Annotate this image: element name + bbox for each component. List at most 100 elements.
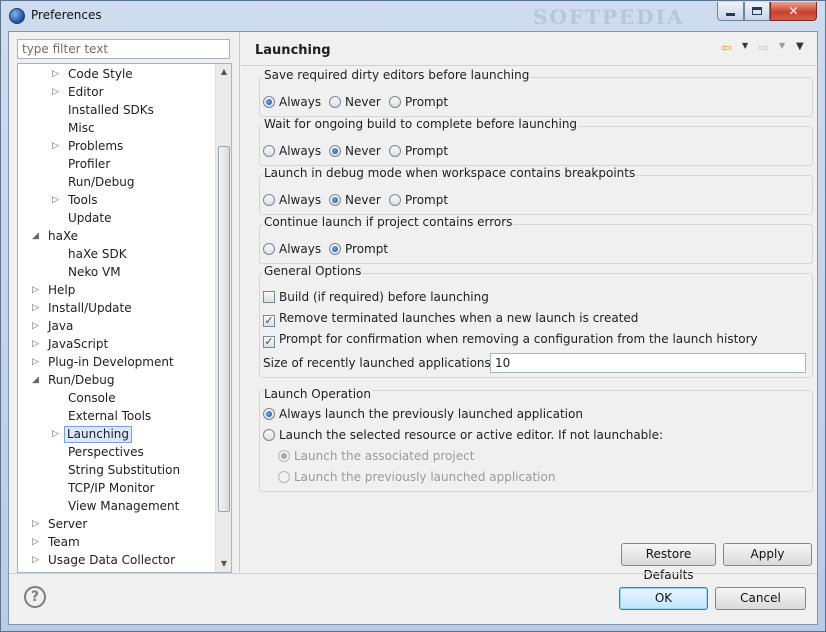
radio-always-launch-previous[interactable]: Always launch the previously launched ap… (263, 406, 583, 422)
minimize-icon (726, 12, 735, 16)
radio-icon[interactable] (329, 194, 341, 206)
collapsed-arrow-icon[interactable]: ▷ (32, 538, 41, 547)
title-bar[interactable]: Preferences SOFTPEDIA ✕ (1, 1, 825, 31)
collapsed-arrow-icon[interactable]: ▷ (32, 340, 41, 349)
pane-divider[interactable] (239, 32, 240, 572)
group-label-save-dirty: Save required dirty editors before launc… (263, 68, 531, 82)
checkbox-remove-terminated[interactable]: ✓ Remove terminated launches when a new l… (263, 310, 638, 327)
tree-item[interactable]: ▷ Usage Data Collector (32, 551, 179, 569)
tree-item[interactable]: Run/Debug (52, 173, 139, 191)
tree-item[interactable]: Update (52, 209, 115, 227)
collapsed-arrow-icon[interactable]: ▷ (32, 556, 41, 565)
tree-item[interactable]: Profiler (52, 155, 114, 173)
radio-launch-selected-resource[interactable]: Launch the selected resource or active e… (263, 427, 663, 443)
tree-item[interactable]: Console (52, 389, 120, 407)
tree-item[interactable]: External Tools (52, 407, 155, 425)
radio-icon[interactable] (389, 194, 401, 206)
scrollbar-thumb[interactable] (218, 146, 230, 512)
checkbox-prompt-confirmation[interactable]: ✓ Prompt for confirmation when removing a… (263, 331, 758, 348)
tree-item-label: haXe SDK (68, 247, 127, 261)
tree-item[interactable]: ▷ Code Style (52, 65, 137, 83)
radio-always[interactable]: Always (263, 241, 321, 257)
radio-label: Launch the selected resource or active e… (279, 428, 664, 442)
apply-button[interactable]: Apply (723, 543, 812, 566)
tree-item[interactable]: Installed SDKs (52, 101, 158, 119)
collapsed-arrow-icon[interactable]: ▷ (32, 358, 41, 367)
filter-input[interactable]: type filter text (17, 39, 230, 59)
tree-item[interactable]: ▷ Tools (52, 191, 102, 209)
forward-dropdown-icon: ▼ (779, 41, 786, 50)
scroll-up-icon[interactable]: ▲ (216, 64, 231, 80)
radio-icon[interactable] (263, 194, 275, 206)
tree-item[interactable]: ▷ Launching (52, 425, 133, 443)
tree-item[interactable]: ▷ Problems (52, 137, 127, 155)
tree-item[interactable]: View Management (52, 497, 183, 515)
collapsed-arrow-icon[interactable]: ▷ (52, 430, 61, 439)
ok-button[interactable]: OK (619, 587, 708, 610)
expanded-arrow-icon[interactable]: ◢ (32, 376, 41, 385)
checkbox-build-before-launch[interactable]: Build (if required) before launching (263, 289, 489, 305)
radio-never[interactable]: Never (329, 94, 381, 110)
radio-icon[interactable] (263, 408, 275, 420)
radio-prompt[interactable]: Prompt (389, 94, 448, 110)
radio-always[interactable]: Always (263, 143, 321, 159)
restore-defaults-button[interactable]: Restore Defaults (621, 543, 716, 582)
tree-item[interactable]: ▷ Editor (52, 83, 108, 101)
radio-icon[interactable] (263, 243, 275, 255)
back-arrow-icon[interactable]: ⇦ (721, 41, 732, 59)
tree-item[interactable]: haXe SDK (52, 245, 131, 263)
radio-icon[interactable] (329, 243, 341, 255)
tree-item[interactable]: ▷ JavaScript (32, 335, 112, 353)
close-button[interactable]: ✕ (770, 2, 817, 21)
tree-item[interactable]: ▷ Plug-in Development (32, 353, 178, 371)
radio-icon (278, 471, 290, 483)
radio-never[interactable]: Never (329, 192, 381, 208)
collapsed-arrow-icon[interactable]: ▷ (32, 304, 41, 313)
radio-prompt[interactable]: Prompt (389, 143, 448, 159)
tree-item[interactable]: ▷ Help (32, 281, 79, 299)
radio-prompt[interactable]: Prompt (389, 192, 448, 208)
radio-icon[interactable] (263, 96, 275, 108)
radio-prompt[interactable]: Prompt (329, 241, 388, 257)
tree-item[interactable]: TCP/IP Monitor (52, 479, 159, 497)
tree-item[interactable]: Perspectives (52, 443, 148, 461)
tree-item[interactable]: ◢ haXe (32, 227, 82, 245)
tree-scrollbar[interactable]: ▲ ▼ (215, 64, 231, 572)
tree-item[interactable]: ▷ Install/Update (32, 299, 136, 317)
scroll-down-icon[interactable]: ▼ (216, 556, 231, 572)
checkbox-icon[interactable]: ✓ (263, 336, 275, 348)
radio-icon[interactable] (329, 145, 341, 157)
radio-always[interactable]: Always (263, 192, 321, 208)
tree-item[interactable]: Neko VM (52, 263, 125, 281)
tree-item[interactable]: ◢ Run/Debug (32, 371, 119, 389)
collapsed-arrow-icon[interactable]: ▷ (32, 520, 41, 529)
collapsed-arrow-icon[interactable]: ▷ (52, 142, 61, 151)
radio-never[interactable]: Never (329, 143, 381, 159)
radio-icon[interactable] (389, 145, 401, 157)
radio-icon[interactable] (389, 96, 401, 108)
tree-item[interactable]: String Substitution (52, 461, 184, 479)
tree-item[interactable]: ▷ Team (32, 533, 84, 551)
tree-item[interactable]: ▷ Java (32, 317, 77, 335)
history-size-input[interactable]: 10 (490, 353, 806, 373)
expanded-arrow-icon[interactable]: ◢ (32, 232, 41, 241)
checkbox-icon[interactable] (263, 291, 275, 303)
cancel-button[interactable]: Cancel (715, 587, 806, 610)
minimize-button[interactable] (717, 2, 744, 21)
collapsed-arrow-icon[interactable]: ▷ (32, 322, 41, 331)
radio-icon[interactable] (263, 429, 275, 441)
maximize-button[interactable] (744, 2, 770, 21)
view-menu-icon[interactable]: ▼ (796, 41, 804, 59)
collapsed-arrow-icon[interactable]: ▷ (52, 88, 61, 97)
checkbox-icon[interactable]: ✓ (263, 315, 275, 327)
tree-item[interactable]: Misc (52, 119, 99, 137)
collapsed-arrow-icon[interactable]: ▷ (52, 70, 61, 79)
radio-always[interactable]: Always (263, 94, 321, 110)
radio-icon[interactable] (329, 96, 341, 108)
radio-icon[interactable] (263, 145, 275, 157)
back-dropdown-icon[interactable]: ▼ (742, 41, 748, 59)
help-icon[interactable]: ? (24, 586, 46, 608)
collapsed-arrow-icon[interactable]: ▷ (32, 286, 41, 295)
collapsed-arrow-icon[interactable]: ▷ (52, 196, 61, 205)
tree-item[interactable]: ▷ Server (32, 515, 91, 533)
